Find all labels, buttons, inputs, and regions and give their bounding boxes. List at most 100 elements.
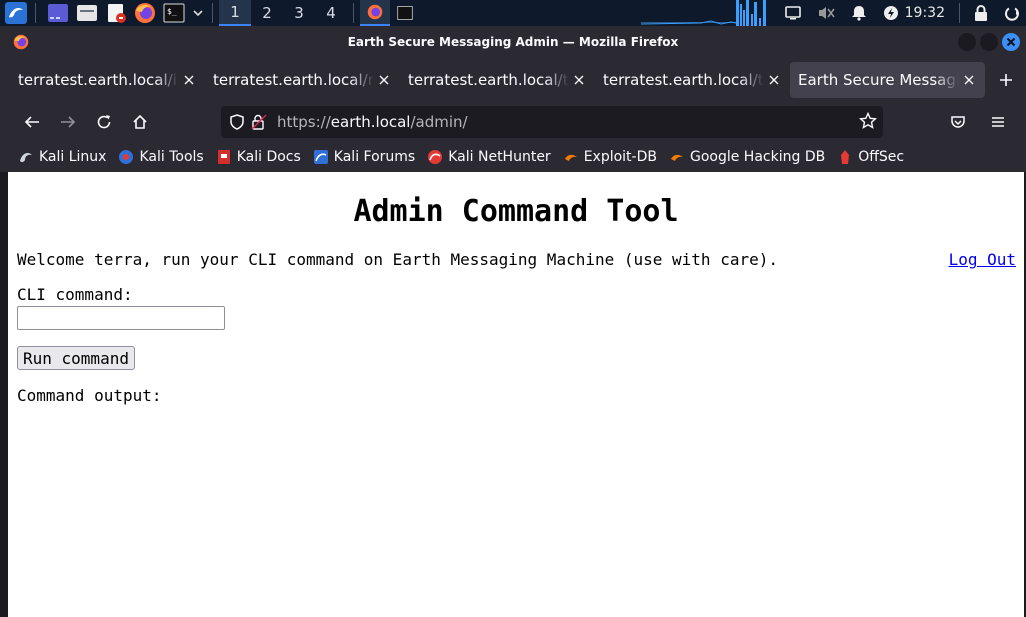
- power-manager-icon[interactable]: [875, 0, 901, 26]
- command-output-label: Command output:: [17, 386, 162, 405]
- display-icon[interactable]: [777, 0, 809, 26]
- bookmark-offsec[interactable]: OffSec: [837, 149, 904, 165]
- tab-label: terratest.earth.local/testdata: [603, 71, 764, 89]
- kali-forums-icon: [313, 149, 329, 165]
- minimize-button[interactable]: [958, 33, 976, 51]
- tab-admin-active[interactable]: Earth Secure Messaging Admin: [790, 62, 985, 98]
- welcome-row: Welcome terra, run your CLI command on E…: [8, 250, 1024, 270]
- tab-testingnotes[interactable]: terratest.earth.local/testingnotes: [400, 62, 595, 98]
- kali-tools-icon: [118, 149, 134, 165]
- taskbar-separator: [35, 3, 36, 23]
- kali-dragon-icon: [18, 149, 34, 165]
- address-bar[interactable]: https://earth.local/admin/: [221, 106, 883, 138]
- tracking-protection-shield-icon[interactable]: [227, 112, 247, 132]
- tab-close-icon[interactable]: [571, 72, 587, 88]
- tab-strip: terratest.earth.local/index terratest.ea…: [0, 58, 1026, 102]
- new-tab-button[interactable]: [991, 65, 1021, 95]
- bookmark-label: Kali Linux: [39, 149, 107, 165]
- kali-nethunter-icon: [427, 149, 443, 165]
- log-out-link[interactable]: Log Out: [949, 250, 1016, 270]
- cli-command-input[interactable]: [17, 306, 225, 330]
- reload-button[interactable]: [88, 106, 120, 138]
- arrow-left-icon: [24, 116, 39, 128]
- taskbar-separator: [959, 3, 960, 23]
- url-scheme: https://: [277, 113, 331, 131]
- bookmark-label: OffSec: [858, 149, 905, 165]
- notification-bell-icon[interactable]: [843, 0, 875, 26]
- run-command-button[interactable]: Run command: [17, 346, 135, 370]
- bookmark-label: Kali Tools: [139, 149, 204, 165]
- reload-icon: [97, 115, 111, 129]
- volume-muted-icon[interactable]: [809, 0, 843, 26]
- tab-close-icon[interactable]: [961, 72, 977, 88]
- plus-icon: [1000, 74, 1012, 86]
- tab-close-icon[interactable]: [376, 72, 392, 88]
- bookmark-google-hacking-db[interactable]: Google Hacking DB: [669, 149, 825, 165]
- page-title: Admin Command Tool: [353, 194, 679, 229]
- cli-command-label: CLI command:: [17, 285, 133, 304]
- tab-label: terratest.earth.local/testingnotes: [408, 71, 569, 89]
- welcome-text: Welcome terra, run your CLI command on E…: [17, 250, 778, 269]
- bookmark-label: Google Hacking DB: [689, 149, 826, 165]
- offsec-icon: [837, 149, 853, 165]
- terminal-launcher-icon[interactable]: $_: [161, 1, 187, 25]
- bookmark-kali-tools[interactable]: Kali Tools: [118, 149, 204, 165]
- workspace-3[interactable]: 3: [283, 0, 315, 26]
- close-window-button[interactable]: [1002, 33, 1020, 51]
- bookmark-kali-linux[interactable]: Kali Linux: [18, 149, 106, 165]
- home-button[interactable]: [124, 106, 156, 138]
- tab-testdata[interactable]: terratest.earth.local/testdata: [595, 62, 790, 98]
- chevron-down-icon[interactable]: [190, 1, 206, 25]
- back-button[interactable]: [16, 106, 48, 138]
- window-titlebar[interactable]: Earth Secure Messaging Admin — Mozilla F…: [0, 26, 1026, 58]
- clock[interactable]: 19:32: [901, 5, 953, 21]
- tab-label: terratest.earth.local/index: [18, 71, 179, 89]
- app-menu-button[interactable]: [982, 106, 1014, 138]
- close-icon: [1006, 37, 1016, 47]
- svg-text:$_: $_: [167, 7, 177, 16]
- bookmark-kali-docs[interactable]: Kali Docs: [216, 149, 301, 165]
- tab-close-icon[interactable]: [766, 72, 782, 88]
- file-manager-icon[interactable]: [74, 1, 100, 25]
- workspace-1[interactable]: 1: [219, 0, 251, 26]
- bookmark-label: Kali NetHunter: [448, 149, 551, 165]
- taskbar-separator: [212, 3, 213, 23]
- window-title: Earth Secure Messaging Admin — Mozilla F…: [347, 35, 679, 49]
- bookmark-star-icon[interactable]: [858, 111, 878, 134]
- bookmark-label: Exploit-DB: [583, 149, 657, 165]
- system-taskbar: $_ 1 2 3 4 19:32: [0, 0, 1026, 26]
- cpu-graph: [640, 0, 771, 26]
- bookmark-kali-nethunter[interactable]: Kali NetHunter: [427, 149, 551, 165]
- insecure-lock-icon[interactable]: [249, 112, 269, 132]
- forward-button[interactable]: [52, 106, 84, 138]
- url-host: earth.local: [330, 113, 411, 131]
- taskbar-window-firefox[interactable]: [360, 0, 390, 26]
- maximize-button[interactable]: [980, 33, 998, 51]
- workspace-2[interactable]: 2: [251, 0, 283, 26]
- url-path: /admin/: [410, 113, 468, 131]
- arrow-right-icon: [61, 116, 76, 128]
- tab-label: terratest.earth.local/robots: [213, 71, 374, 89]
- window-edge: [0, 172, 8, 617]
- taskbar-window-terminal[interactable]: [390, 0, 420, 26]
- exploit-db-icon: [563, 149, 579, 165]
- text-editor-icon[interactable]: [103, 1, 129, 25]
- tab-close-icon[interactable]: [181, 72, 197, 88]
- bookmark-exploit-db[interactable]: Exploit-DB: [563, 149, 657, 165]
- pocket-button[interactable]: [942, 106, 974, 138]
- bookmark-kali-forums[interactable]: Kali Forums: [313, 149, 415, 165]
- bookmark-label: Kali Forums: [333, 149, 416, 165]
- desktop-icon[interactable]: [45, 1, 71, 25]
- firefox-launcher-icon[interactable]: [132, 1, 158, 25]
- navigation-toolbar: https://earth.local/admin/: [0, 102, 1026, 142]
- lock-icon[interactable]: [966, 0, 996, 26]
- kali-menu-icon[interactable]: [3, 1, 29, 25]
- bookmarks-toolbar: Kali Linux Kali Tools Kali Docs Kali For…: [0, 142, 1026, 172]
- tab-index[interactable]: terratest.earth.local/index: [10, 62, 205, 98]
- firefox-icon: [13, 34, 29, 54]
- logout-icon[interactable]: [996, 0, 1026, 26]
- taskbar-separator: [353, 3, 354, 23]
- workspace-4[interactable]: 4: [315, 0, 347, 26]
- tab-robots[interactable]: terratest.earth.local/robots: [205, 62, 400, 98]
- url-text[interactable]: https://earth.local/admin/: [277, 113, 468, 131]
